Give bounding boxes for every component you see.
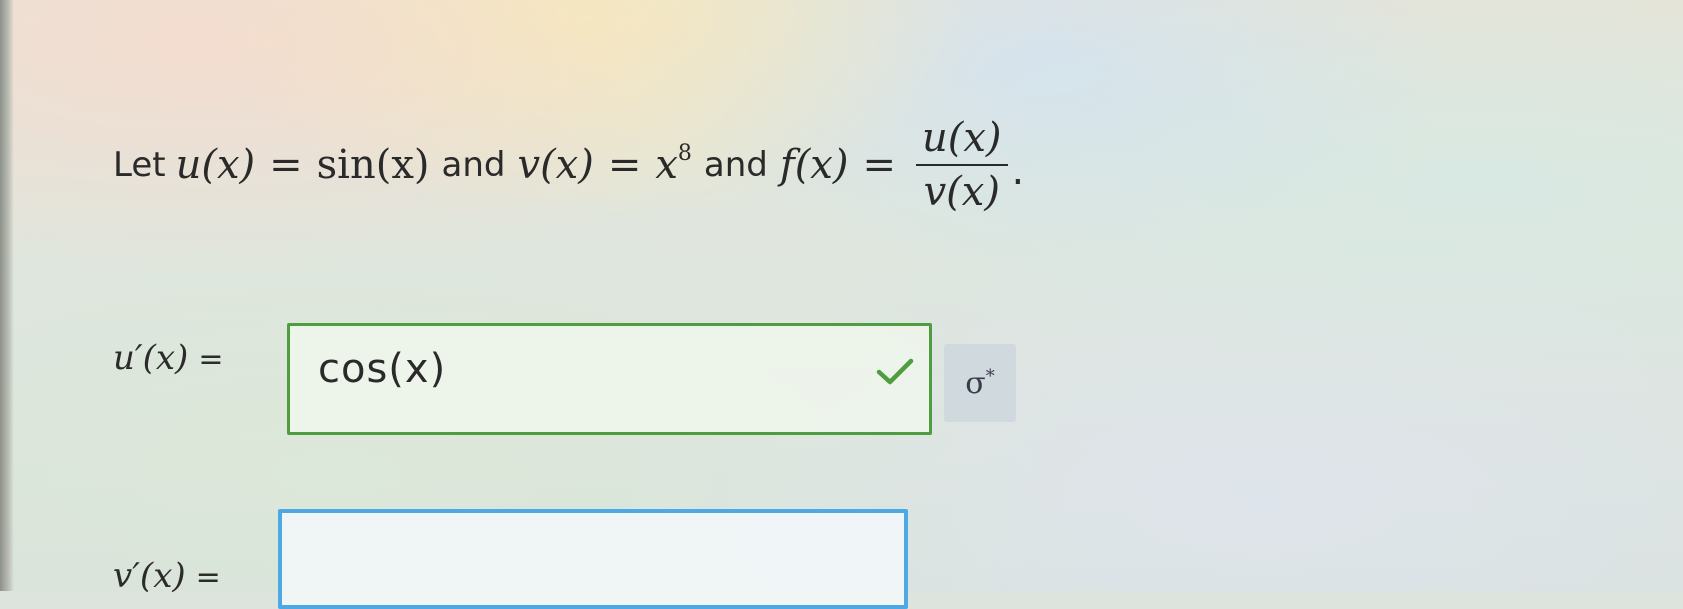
and-word: and xyxy=(441,145,506,185)
v-prime-label-text: v′(x) xyxy=(113,556,186,596)
sigma-icon: σ* xyxy=(965,365,995,401)
equals-sign: = xyxy=(269,142,303,188)
u-prime-label-text: u′(x) xyxy=(113,338,189,378)
u-prime-answer-field[interactable]: cos(x) xyxy=(287,323,932,435)
check-icon xyxy=(876,358,914,385)
equals-sign: = xyxy=(198,342,224,377)
period: . xyxy=(1011,148,1025,194)
fraction-denominator: v(x) xyxy=(923,169,1000,215)
u-prime-answer-value[interactable]: cos(x) xyxy=(318,346,446,392)
let-word: Let xyxy=(113,145,166,185)
equals-sign: = xyxy=(607,142,642,188)
v-definition-lhs: v(x) xyxy=(517,142,594,188)
v-definition-base: x xyxy=(655,142,678,188)
u-definition-rhs: sin(x) xyxy=(316,142,430,188)
screen-bezel-edge xyxy=(0,0,14,591)
fraction: u(x) v(x) xyxy=(915,112,1008,218)
v-prime-label: v′(x) = xyxy=(113,556,221,596)
equals-sign: = xyxy=(862,142,896,188)
equals-sign: = xyxy=(195,560,221,595)
v-prime-answer-field[interactable] xyxy=(278,509,908,609)
v-definition-exponent: 8 xyxy=(677,140,692,166)
u-definition-lhs: u(x) xyxy=(175,142,256,188)
f-definition-lhs: f(x) xyxy=(779,142,849,188)
problem-statement: Let u(x) = sin(x) and v(x) = x8 and f(x)… xyxy=(113,105,1024,225)
background xyxy=(0,0,1683,591)
u-prime-label: u′(x) = xyxy=(113,338,223,378)
fraction-numerator: u(x) xyxy=(921,115,1002,161)
formula-editor-button[interactable]: σ* xyxy=(944,344,1016,422)
and-word: and xyxy=(703,145,768,185)
